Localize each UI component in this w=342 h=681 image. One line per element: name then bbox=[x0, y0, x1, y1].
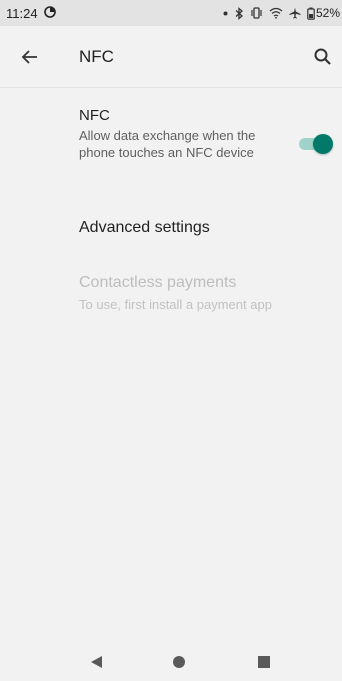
contactless-payments-preference: Contactless payments To use, first insta… bbox=[79, 273, 329, 313]
status-left: 11:24 bbox=[6, 6, 56, 21]
app-bar: NFC bbox=[0, 26, 342, 88]
nfc-preference[interactable]: NFC Allow data exchange when the phone t… bbox=[79, 106, 269, 161]
contactless-title: Contactless payments bbox=[79, 274, 237, 291]
arrow-back-icon[interactable] bbox=[18, 45, 42, 69]
search-icon[interactable] bbox=[312, 46, 334, 68]
status-bar: 11:24 52% bbox=[0, 0, 342, 26]
battery-percent: 52% bbox=[315, 6, 340, 20]
advanced-settings-item[interactable]: Advanced settings bbox=[79, 217, 210, 239]
bluetooth-icon bbox=[234, 6, 244, 20]
nfc-summary: Allow data exchange when the phone touch… bbox=[79, 128, 256, 160]
status-time: 11:24 bbox=[6, 5, 38, 21]
contactless-summary: To use, first install a payment app bbox=[79, 297, 272, 312]
screen: 11:24 52% NFC NFC Allow data exchange wh… bbox=[0, 0, 342, 681]
battery-icon: 52% bbox=[307, 6, 340, 20]
nav-back-icon[interactable] bbox=[90, 655, 103, 674]
navigation-bar bbox=[0, 643, 342, 681]
page-title: NFC bbox=[79, 47, 114, 66]
wifi-icon bbox=[269, 7, 283, 19]
data-saver-icon bbox=[43, 5, 56, 21]
airplane-icon bbox=[289, 7, 301, 19]
nav-home-icon[interactable] bbox=[173, 656, 185, 668]
nfc-title: NFC bbox=[79, 107, 110, 124]
nfc-toggle[interactable] bbox=[297, 133, 335, 155]
nfc-toggle-thumb bbox=[313, 134, 333, 154]
vibrate-icon bbox=[250, 7, 263, 19]
status-right: 52% bbox=[223, 6, 342, 20]
dot-icon bbox=[223, 11, 228, 16]
nav-recents-icon[interactable] bbox=[258, 656, 270, 668]
